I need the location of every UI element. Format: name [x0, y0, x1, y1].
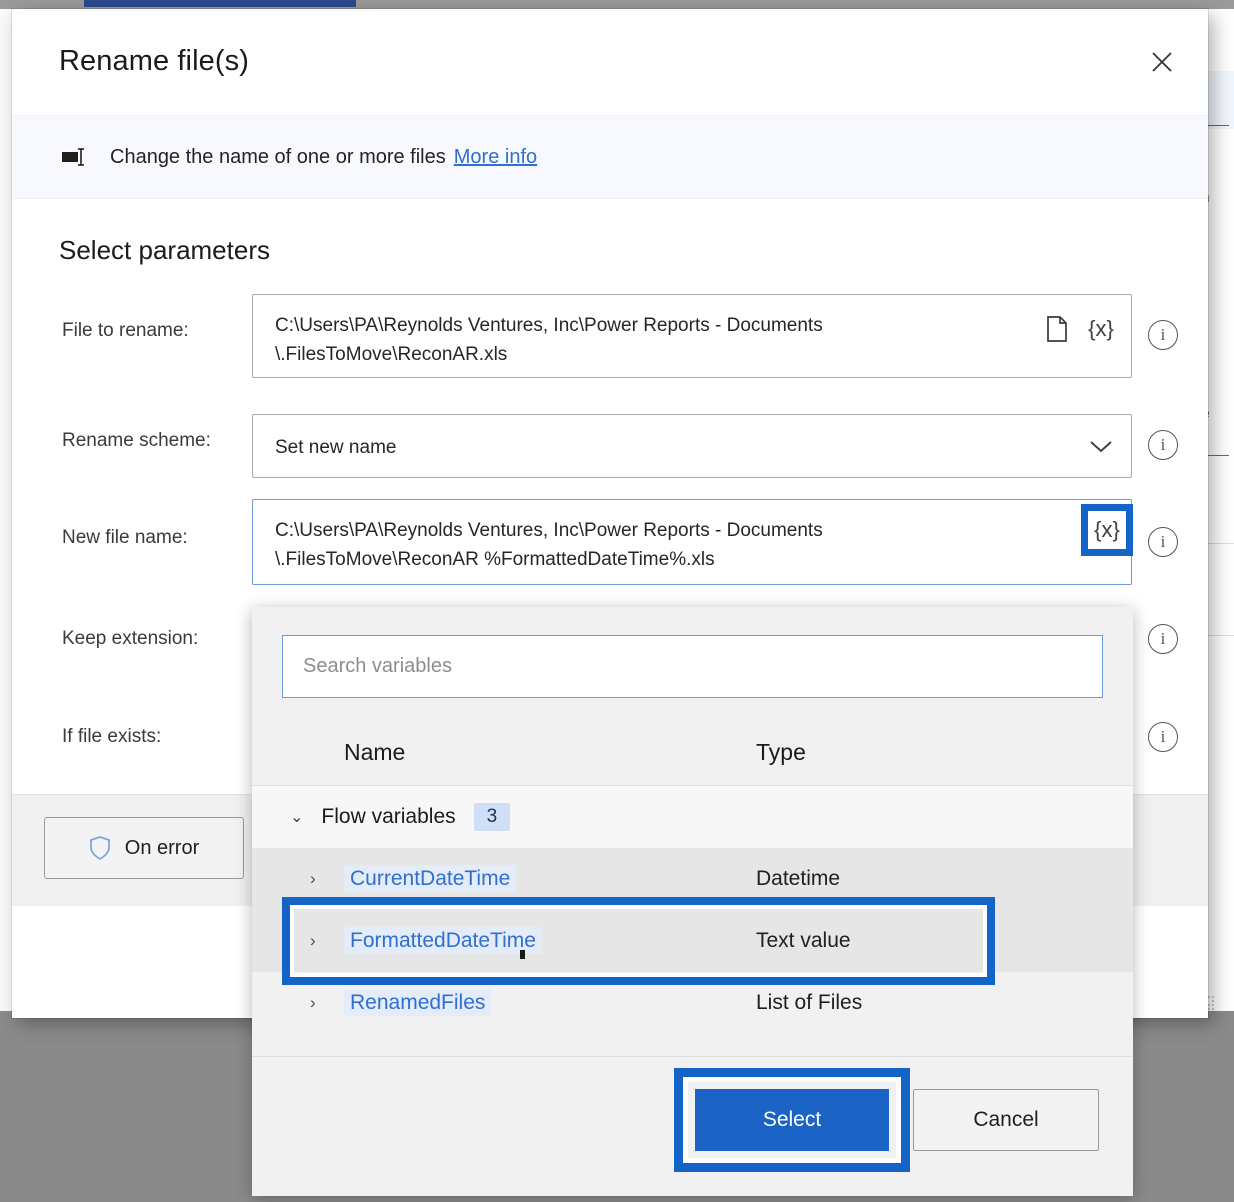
info-icon[interactable]: i — [1148, 430, 1178, 460]
variable-name-cell: CurrentDateTime — [344, 865, 756, 892]
close-icon[interactable] — [1138, 41, 1186, 83]
info-icon[interactable]: i — [1148, 722, 1178, 752]
search-input[interactable] — [283, 655, 1102, 678]
variable-row-renamedfiles[interactable]: › RenamedFiles List of Files — [252, 972, 1133, 1034]
section-title: Select parameters — [59, 235, 270, 265]
shield-icon — [89, 836, 111, 861]
column-header-name: Name — [344, 739, 406, 765]
on-error-button[interactable]: On error — [44, 817, 244, 879]
field-label: Keep extension: — [62, 628, 199, 649]
search-section — [252, 607, 1133, 698]
variable-row-formatteddatetime[interactable]: › FormattedDateTime Text value — [252, 897, 1133, 985]
variable-picker-icon[interactable]: {x} — [1081, 309, 1121, 349]
variable-type: Datetime — [756, 867, 841, 890]
dialog-info-text: Change the name of one or more files — [110, 145, 446, 168]
group-flow-variables[interactable]: ⌄ Flow variables 3 — [252, 786, 1133, 848]
page-title: Rename file(s) — [59, 45, 249, 77]
column-header-type: Type — [756, 739, 806, 765]
rename-file-icon — [60, 145, 90, 169]
rename-scheme-value: Set new name — [275, 437, 397, 458]
search-variables-field[interactable] — [282, 635, 1103, 698]
info-icon[interactable]: i — [1148, 320, 1178, 350]
variables-table-header: Name Type — [252, 720, 1133, 786]
background-active-tab[interactable] — [84, 0, 356, 7]
variables-popup: Name Type ⌄ Flow variables 3 › CurrentDa… — [252, 607, 1133, 1196]
mouse-cursor — [520, 950, 525, 959]
chevron-down-icon: ⌄ — [290, 809, 304, 826]
variable-name: CurrentDateTime — [344, 865, 517, 892]
file-to-rename-value: C:\Users\PA\Reynolds Ventures, Inc\Power… — [275, 315, 823, 366]
variable-name-cell: RenamedFiles — [344, 989, 756, 1016]
chevron-right-icon: › — [310, 869, 316, 888]
field-label: Rename scheme: — [62, 430, 211, 451]
group-label: Flow variables — [321, 805, 456, 828]
cancel-button[interactable]: Cancel — [913, 1089, 1099, 1151]
on-error-label: On error — [124, 836, 200, 859]
new-file-name-value: C:\Users\PA\Reynolds Ventures, Inc\Power… — [275, 520, 823, 571]
variable-type: List of Files — [756, 991, 863, 1014]
select-button[interactable]: Select — [695, 1089, 889, 1151]
field-label: File to rename: — [62, 320, 189, 341]
variable-name-cell: FormattedDateTime — [344, 927, 756, 954]
field-label: If file exists: — [62, 726, 162, 747]
chevron-down-icon[interactable] — [1081, 426, 1121, 466]
chevron-right-icon: › — [310, 931, 316, 950]
dialog-info-bar: Change the name of one or more files Mor… — [12, 115, 1208, 199]
dialog-title-bar: Rename file(s) — [12, 9, 1208, 115]
popup-footer: Select Cancel — [252, 1056, 1133, 1196]
file-to-rename-input[interactable]: C:\Users\PA\Reynolds Ventures, Inc\Power… — [252, 294, 1132, 378]
more-info-link[interactable]: More info — [454, 146, 537, 169]
rename-scheme-select[interactable]: Set new name — [252, 414, 1132, 478]
variable-row-currentdatetime[interactable]: › CurrentDateTime Datetime — [252, 848, 1133, 910]
variable-name: FormattedDateTime — [344, 927, 542, 954]
chevron-right-icon: › — [310, 993, 316, 1012]
info-icon[interactable]: i — [1148, 624, 1178, 654]
screen-root: o m le e o l Rename file(s) — [0, 0, 1234, 1202]
info-icon[interactable]: i — [1148, 527, 1178, 557]
variable-type: Text value — [756, 929, 851, 952]
background-tab-strip — [0, 0, 1234, 9]
field-label: New file name: — [62, 527, 188, 548]
new-file-name-input[interactable]: C:\Users\PA\Reynolds Ventures, Inc\Power… — [252, 499, 1133, 585]
variable-name: RenamedFiles — [344, 989, 492, 1016]
file-picker-icon[interactable] — [1037, 309, 1077, 349]
group-count-badge: 3 — [473, 803, 511, 831]
variable-picker-icon[interactable]: {x} — [1081, 504, 1133, 556]
